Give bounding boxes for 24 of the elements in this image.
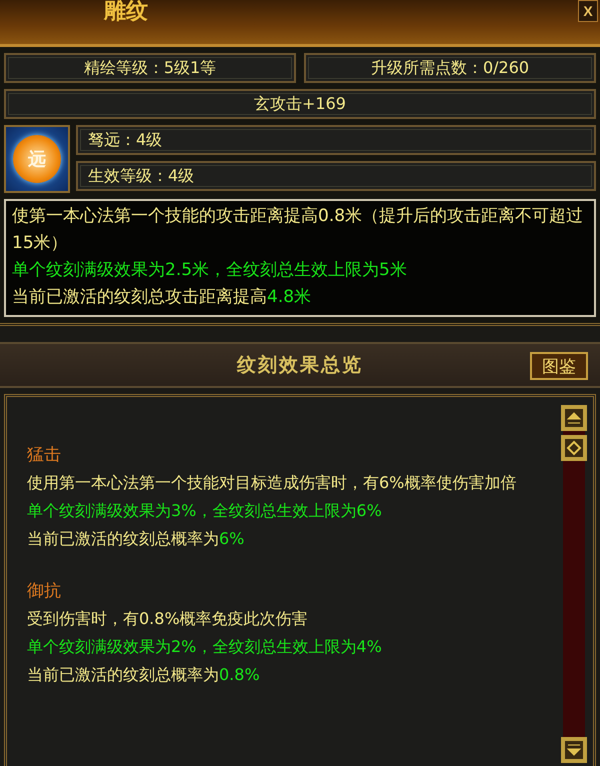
effect-text: 单个纹刻满级效果为3%，全纹刻总生效上限为6%	[27, 500, 383, 522]
close-button[interactable]: X	[578, 0, 598, 22]
scroll-up-icon[interactable]	[561, 405, 587, 431]
effect-name: 猛击	[27, 444, 62, 467]
scroll-down-icon[interactable]	[561, 737, 587, 763]
effect-text: 当前已激活的纹刻总概率为6%	[27, 528, 246, 550]
description-text: 使第一本心法第一个技能的攻击距离提高0.8米（提升后的攻击距离不可超过15米）	[12, 205, 584, 255]
skill-icon: 远	[4, 125, 70, 193]
description-text: 当前已激活的纹刻总攻击距离提高4.8米	[12, 286, 312, 309]
description-text: 单个纹刻满级效果为2.5米，全纹刻总生效上限为5米	[12, 259, 408, 282]
skill-name-field: 驽远：4级	[76, 125, 596, 155]
bonus-field: 玄攻击+169	[4, 89, 596, 119]
effective-level-field: 生效等级：4级	[76, 161, 596, 191]
stat-field: 升级所需点数：0/260	[304, 53, 596, 83]
catalog-button[interactable]: 图鉴	[530, 352, 588, 380]
effect-text: 使用第一本心法第一个技能对目标造成伤害时，有6%概率使伤害加倍	[27, 472, 518, 494]
effect-text: 单个纹刻满级效果为2%，全纹刻总生效上限为4%	[27, 636, 383, 658]
window-title: 雕纹	[104, 0, 148, 24]
stat-field: 精绘等级：5级1等	[4, 53, 296, 83]
effect-text: 受到伤害时，有0.8%概率免疫此次伤害	[27, 608, 309, 630]
effect-text: 当前已激活的纹刻总概率为0.8%	[27, 664, 261, 686]
scroll-thumb-icon[interactable]	[561, 435, 587, 461]
section-title: 纹刻效果总览	[237, 353, 363, 378]
effect-name: 御抗	[27, 580, 62, 603]
